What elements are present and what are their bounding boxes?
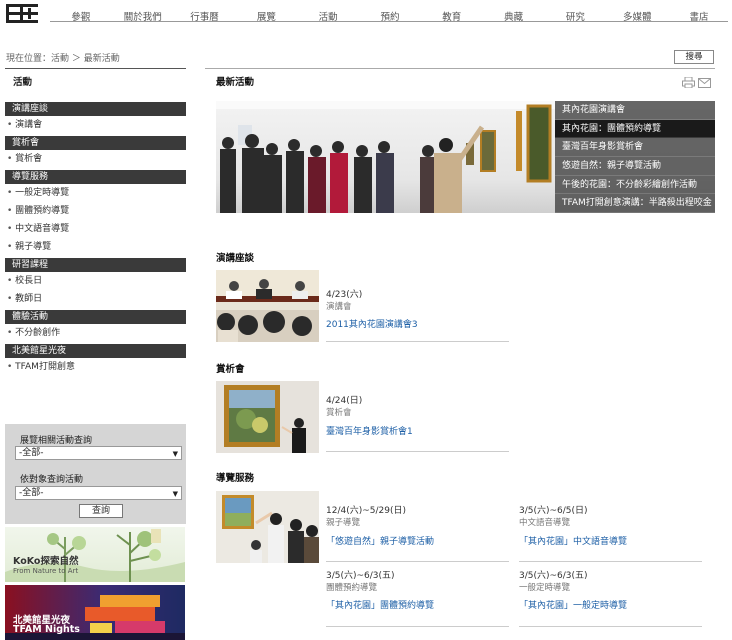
hero-slide-item[interactable]: 悠遊自然：親子導覽活動 bbox=[555, 156, 715, 176]
event-divider bbox=[519, 561, 702, 562]
chevron-down-icon: ▼ bbox=[172, 450, 178, 458]
hero-slide-item[interactable]: 其內花園演講會 bbox=[555, 101, 715, 120]
sidebar-item[interactable]: 教師日 bbox=[5, 290, 186, 308]
section-title-lectures: 演講座談 bbox=[216, 253, 255, 264]
section-title-guided-tours: 導覽服務 bbox=[216, 473, 255, 484]
event-type: 演講會 bbox=[326, 302, 352, 312]
appreciation-thumbnail[interactable] bbox=[216, 381, 319, 453]
print-icon[interactable] bbox=[682, 76, 698, 91]
lecture-thumbnail[interactable] bbox=[216, 270, 319, 342]
audience-select-value: -全部- bbox=[19, 488, 44, 498]
logo-icon[interactable] bbox=[6, 4, 38, 23]
query-label-exhibition: 展覽相關活動查詢 bbox=[20, 436, 93, 446]
banner-title: KoKo探索自然 bbox=[13, 556, 79, 567]
hero-slide-item[interactable]: 其內花園：團體預約導覽 bbox=[555, 119, 715, 139]
sidebar-category[interactable]: 導覽服務 bbox=[5, 170, 186, 184]
nav-item[interactable]: 研究 bbox=[545, 8, 607, 23]
event-date: 12/4(六)~5/29(日) bbox=[326, 506, 407, 516]
appreciation-photo-art bbox=[224, 385, 306, 453]
banner-subtitle: From Nature to Art bbox=[13, 567, 79, 575]
search-button[interactable]: 搜尋 bbox=[674, 50, 714, 64]
guided-tour-photo-art bbox=[222, 495, 319, 563]
sidebar: 活動 演講座談 演講會 賞析會 賞析會 導覽服務 一般定時導覽 團體預約導覽 中… bbox=[5, 68, 186, 376]
hero-slide-list: 其內花園演講會 其內花園：團體預約導覽 臺灣百年身影賞析會 悠遊自然：親子導覽活… bbox=[555, 101, 715, 213]
exhibition-select[interactable]: -全部- ▼ bbox=[15, 446, 182, 460]
event-date: 4/23(六) bbox=[326, 290, 363, 300]
page-tools bbox=[682, 76, 712, 91]
event-divider bbox=[326, 626, 509, 627]
sidebar-item[interactable]: 親子導覽 bbox=[5, 238, 186, 256]
event-date: 3/5(六)~6/3(五) bbox=[519, 571, 588, 581]
sidebar-title: 活動 bbox=[5, 68, 186, 100]
nav-item[interactable]: 典藏 bbox=[483, 8, 545, 23]
exhibition-select-value: -全部- bbox=[19, 448, 44, 458]
sidebar-item[interactable]: 演講會 bbox=[5, 116, 186, 134]
nav-item[interactable]: 參觀 bbox=[50, 8, 112, 23]
koko-nature-banner[interactable]: KoKo探索自然 From Nature to Art bbox=[5, 527, 185, 582]
sidebar-item[interactable]: TFAM打開創意 bbox=[5, 358, 186, 376]
sidebar-item[interactable]: 一般定時導覽 bbox=[5, 184, 186, 202]
main-nav: 參觀 關於我們 行事曆 展覽 活動 預約 教育 典藏 研究 多媒體 書店 bbox=[50, 8, 730, 23]
event-link[interactable]: 「其內花園」中文語音導覽 bbox=[519, 534, 627, 547]
sidebar-category[interactable]: 演講座談 bbox=[5, 102, 186, 116]
section-title-appreciation: 賞析會 bbox=[216, 364, 245, 375]
event-divider bbox=[326, 451, 509, 452]
sidebar-category[interactable]: 研習課程 bbox=[5, 258, 186, 272]
sidebar-item[interactable]: 不分齡創作 bbox=[5, 324, 186, 342]
nav-item[interactable]: 展覽 bbox=[235, 8, 297, 23]
nav-item[interactable]: 預約 bbox=[359, 8, 421, 23]
event-link[interactable]: 「其內花園」團體預約導覽 bbox=[326, 598, 434, 611]
event-link[interactable]: 2011其內花園演講會3 bbox=[326, 317, 418, 330]
guided-tour-thumbnail[interactable] bbox=[216, 491, 319, 563]
nav-divider bbox=[50, 21, 728, 22]
nav-item[interactable]: 行事曆 bbox=[174, 8, 236, 23]
banner-subtitle: TFAM Nights bbox=[13, 624, 80, 635]
event-divider bbox=[519, 626, 702, 627]
nav-item[interactable]: 多媒體 bbox=[606, 8, 668, 23]
hero-slide-item[interactable]: 午後的花園：不分齡彩繪創作活動 bbox=[555, 175, 715, 195]
query-button[interactable]: 查詢 bbox=[79, 504, 123, 518]
breadcrumb: 現在位置：活動 ＞ 最新活動 bbox=[6, 54, 120, 64]
event-date: 3/5(六)~6/3(五) bbox=[326, 571, 395, 581]
query-label-audience: 依對象查詢活動 bbox=[20, 475, 84, 485]
sidebar-item[interactable]: 中文語音導覽 bbox=[5, 220, 186, 238]
nav-item[interactable]: 書店 bbox=[668, 8, 730, 23]
event-date: 4/24(日) bbox=[326, 396, 363, 406]
event-type: 團體預約導覽 bbox=[326, 583, 378, 593]
event-type: 中文語音導覽 bbox=[519, 518, 571, 528]
event-date: 3/5(六)~6/5(日) bbox=[519, 506, 588, 516]
activity-query-panel: 展覽相關活動查詢 -全部- ▼ 依對象查詢活動 -全部- ▼ 查詢 bbox=[5, 424, 186, 524]
page-title: 最新活動 bbox=[216, 77, 255, 88]
mail-icon[interactable] bbox=[698, 78, 712, 91]
event-type: 親子導覽 bbox=[326, 518, 361, 528]
sidebar-category[interactable]: 北美館星光夜 bbox=[5, 344, 186, 358]
event-type: 賞析會 bbox=[326, 408, 352, 418]
sidebar-item[interactable]: 校長日 bbox=[5, 272, 186, 290]
tfam-nights-banner[interactable]: 北美館星光夜 TFAM Nights bbox=[5, 585, 185, 640]
chevron-down-icon: ▼ bbox=[172, 490, 178, 498]
event-link[interactable]: 「其內花園」一般定時導覽 bbox=[519, 598, 627, 611]
event-link[interactable]: 臺灣百年身影賞析會1 bbox=[326, 424, 413, 437]
hero-slide-item[interactable]: 臺灣百年身影賞析會 bbox=[555, 138, 715, 157]
sidebar-category[interactable]: 賞析會 bbox=[5, 136, 186, 150]
sidebar-item[interactable]: 賞析會 bbox=[5, 150, 186, 168]
main-divider bbox=[205, 68, 715, 69]
event-link[interactable]: 「悠遊自然」親子導覽活動 bbox=[326, 534, 434, 547]
sidebar-category[interactable]: 體驗活動 bbox=[5, 310, 186, 324]
nav-item[interactable]: 活動 bbox=[297, 8, 359, 23]
audience-select[interactable]: -全部- ▼ bbox=[15, 486, 182, 500]
nav-item[interactable]: 關於我們 bbox=[112, 8, 174, 23]
nav-item[interactable]: 教育 bbox=[421, 8, 483, 23]
event-divider bbox=[326, 561, 509, 562]
lecture-photo-art bbox=[216, 270, 319, 342]
event-divider bbox=[326, 341, 509, 342]
sidebar-item[interactable]: 團體預約導覽 bbox=[5, 202, 186, 220]
event-type: 一般定時導覽 bbox=[519, 583, 571, 593]
hero-slide-item[interactable]: TFAM打開創意演講：半路殺出程咬金 bbox=[555, 194, 715, 213]
